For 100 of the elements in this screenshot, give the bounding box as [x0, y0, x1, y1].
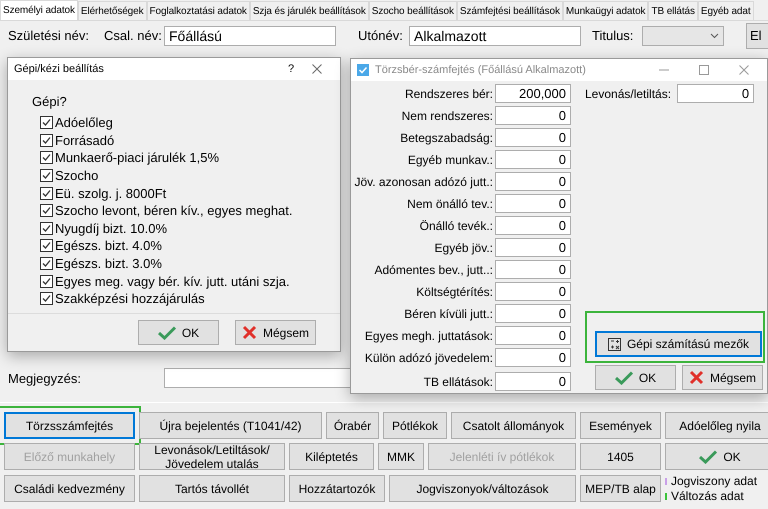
cross-icon [688, 370, 704, 385]
action-button[interactable]: Órabér [326, 412, 379, 439]
action-button[interactable]: Újra bejelentés (T1041/42) [139, 412, 322, 439]
action-button[interactable]: MMK [378, 443, 424, 470]
amount-field[interactable]: 0 [495, 128, 571, 147]
check-icon [614, 370, 633, 384]
calculator-icon [608, 338, 621, 350]
tab[interactable]: Személyi adatok [0, 0, 78, 20]
field-label: Adómentes bev., jutt..: [373, 262, 493, 276]
tab[interactable]: Munkaügyi adatok [562, 1, 648, 20]
field-label: Nem önálló tev.: [406, 196, 493, 210]
checkbox-label: Egyes meg. vagy bér. kív. jutt. utáni szja. [55, 274, 290, 289]
chevron-down-icon [710, 32, 719, 38]
amount-field[interactable]: 0 [495, 282, 571, 301]
legend-label: Változás adat [671, 489, 744, 503]
field-label: Nem rendszeres: [400, 108, 493, 122]
checkbox-label: Szocho [55, 168, 98, 184]
checkbox[interactable] [40, 169, 53, 182]
field-label: Rendszeres bér: [404, 86, 493, 100]
calc-fields-button[interactable]: Gépi számítású mezők [595, 331, 762, 357]
action-button[interactable]: Adóelőleg nyila [665, 412, 768, 439]
dialog-title: Gépi/kézi beállítás [14, 63, 105, 75]
amount-field[interactable]: 0 [495, 216, 571, 235]
maximize-icon[interactable] [699, 65, 709, 75]
checkbox-label: Adóelőleg [55, 115, 113, 130]
action-button[interactable]: MEP/TB alap [580, 475, 661, 502]
tab[interactable]: Foglalkoztatási adatok [146, 1, 250, 20]
tab[interactable]: Egyéb adat [698, 1, 754, 20]
check-icon [158, 326, 176, 340]
action-button[interactable]: Pótlékok [383, 412, 447, 439]
checkbox[interactable] [40, 274, 53, 288]
action-button[interactable]: 1405 [580, 443, 661, 470]
input-field[interactable]: Alkalmazott [409, 26, 581, 46]
action-button[interactable]: OK [665, 443, 768, 470]
checkbox-label: Egészs. bizt. 4.0% [55, 238, 162, 254]
tab[interactable]: Szja és járulék beállítások [250, 1, 369, 20]
tab[interactable]: Szocho beállítások [368, 1, 457, 20]
field-label: Egyéb jöv.: [434, 240, 493, 254]
tab[interactable]: Elérhetőségek [78, 1, 147, 20]
action-button[interactable]: Csatolt állományok [451, 412, 576, 439]
check-icon [699, 450, 718, 464]
checkbox[interactable] [40, 239, 53, 252]
field-label: Jöv. azonosan adózó jutt.: [353, 174, 493, 188]
action-button[interactable]: Hozzátartozók [289, 475, 385, 502]
field-label: Megjegyzés: [8, 370, 82, 386]
cancel-button[interactable]: Mégsem [235, 320, 316, 345]
field-label: Egyes megh. juttatások: [364, 328, 493, 342]
checkbox[interactable] [40, 116, 53, 130]
checkbox[interactable] [40, 222, 53, 235]
cross-icon [242, 325, 257, 340]
field-label: Költségtérítés: [415, 284, 493, 298]
action-button[interactable]: Családi kedvezmény [4, 475, 135, 502]
amount-field[interactable]: 0 [495, 194, 571, 213]
checkbox-label: Nyugdíj bizt. 10.0% [55, 220, 168, 236]
amount-field[interactable]: 0 [495, 106, 571, 125]
tab[interactable]: Számfejtési beállítások [456, 1, 563, 20]
checkbox-label: Munkaerő-piaci járulék 1,5% [55, 150, 220, 166]
amount-field[interactable]: 0 [495, 172, 571, 191]
ok-button[interactable]: OK [595, 365, 676, 390]
amount-field[interactable]: 200,000 [495, 84, 571, 103]
checkbox[interactable] [40, 134, 53, 147]
legend-label: Jogviszony adat [671, 474, 758, 488]
tab[interactable]: TB ellátás [648, 1, 698, 20]
amount-field[interactable]: 0 [495, 304, 571, 323]
action-button[interactable]: Jogviszonyok/változások [389, 475, 576, 502]
field-label: Betegszabadság: [399, 130, 493, 144]
field-label: Egyéb munkav.: [406, 152, 493, 166]
amount-field[interactable]: 0 [495, 348, 571, 367]
close-icon[interactable] [312, 64, 322, 74]
group-heading: Gépi? [32, 94, 68, 109]
action-button[interactable]: Kiléptetés [289, 443, 374, 470]
side-button[interactable]: El [746, 22, 768, 48]
amount-field[interactable]: 0 [495, 260, 571, 279]
checkbox[interactable] [40, 257, 53, 270]
checkbox[interactable] [40, 151, 53, 164]
cancel-button[interactable]: Mégsem [682, 365, 763, 390]
field-label: Külön adózó jövedelem: [364, 350, 493, 364]
amount-field[interactable]: 0 [495, 238, 571, 257]
checkbox[interactable] [40, 186, 53, 200]
input-field[interactable]: Főállású [164, 26, 336, 46]
checkbox-label: Egészs. bizt. 3.0% [55, 256, 162, 272]
checkbox[interactable] [40, 292, 53, 306]
field-label: Béren kívüli jutt.: [403, 306, 493, 320]
help-button[interactable]: ? [276, 63, 306, 75]
ok-button[interactable]: OK [138, 320, 219, 345]
amount-field[interactable]: 0 [495, 372, 571, 391]
checkbox-label: Eü. szolg. j. 8000Ft [55, 186, 166, 201]
amount-field[interactable]: 0 [677, 84, 754, 103]
action-button[interactable]: Levonások/Letiltások/ Jövedelem utalás [139, 443, 285, 470]
field-label: Születési név: [8, 28, 90, 43]
amount-field[interactable]: 0 [495, 326, 571, 345]
checkbox[interactable] [40, 204, 53, 218]
checkbox-icon [357, 64, 369, 76]
close-icon[interactable] [739, 65, 749, 75]
field-label: TB ellátások: [422, 374, 493, 388]
field-label: Utónév: [358, 28, 404, 43]
amount-field[interactable]: 0 [495, 150, 571, 169]
action-button[interactable]: Tartós távollét [139, 475, 285, 502]
dialog-title: Törzsbér-számfejtés (Főállású Alkalmazott) [375, 64, 587, 76]
action-button[interactable]: Események [580, 412, 661, 439]
